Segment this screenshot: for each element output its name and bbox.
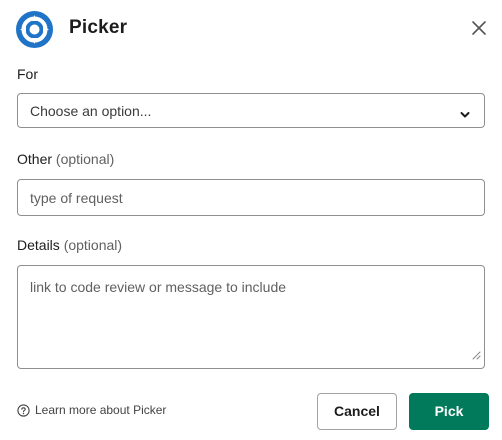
close-icon[interactable] bbox=[467, 16, 491, 40]
other-label: Other (optional) bbox=[17, 151, 114, 167]
details-optional-hint: (optional) bbox=[63, 237, 123, 253]
chevron-down-icon bbox=[460, 106, 470, 124]
other-input-placeholder: type of request bbox=[30, 190, 123, 206]
for-label-text: For bbox=[17, 66, 38, 82]
for-select[interactable]: Choose an option... bbox=[17, 93, 485, 128]
cancel-button[interactable]: Cancel bbox=[317, 393, 397, 430]
other-input[interactable]: type of request bbox=[17, 179, 485, 216]
details-textarea-placeholder: link to code review or message to includ… bbox=[30, 279, 287, 295]
details-textarea[interactable]: link to code review or message to includ… bbox=[17, 265, 485, 369]
details-label: Details (optional) bbox=[17, 237, 122, 253]
app-logo-icon bbox=[16, 11, 53, 48]
modal-header: Picker bbox=[0, 0, 502, 58]
pick-button[interactable]: Pick bbox=[409, 393, 489, 430]
for-label: For bbox=[17, 66, 38, 82]
for-select-value: Choose an option... bbox=[30, 103, 152, 119]
modal-title: Picker bbox=[69, 17, 128, 38]
learn-more-text: Learn more about Picker bbox=[35, 403, 167, 417]
other-label-text: Other bbox=[17, 151, 53, 167]
other-optional-hint: (optional) bbox=[55, 151, 115, 167]
resize-grip-icon[interactable] bbox=[472, 347, 481, 365]
details-label-text: Details bbox=[17, 237, 60, 253]
help-circle-icon bbox=[17, 404, 30, 422]
